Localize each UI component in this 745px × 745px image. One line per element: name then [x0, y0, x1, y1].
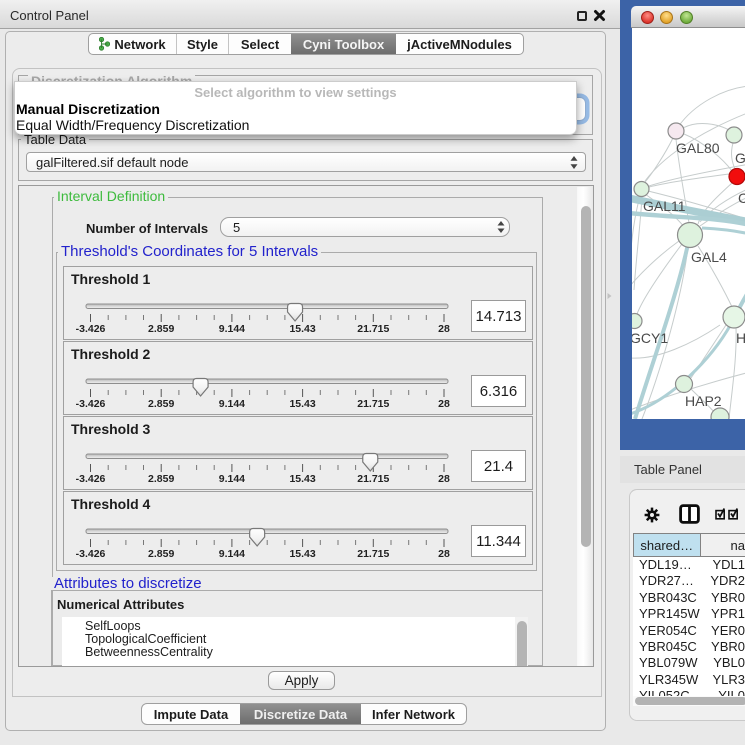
svg-text:2.859: 2.859	[148, 323, 174, 335]
svg-text:15.43: 15.43	[289, 398, 315, 410]
svg-text:9.144: 9.144	[219, 323, 245, 335]
svg-text:HAP2: HAP2	[685, 393, 722, 409]
svg-text:21.715: 21.715	[357, 473, 389, 485]
svg-text:C: C	[738, 190, 745, 206]
svg-text:2.859: 2.859	[148, 548, 174, 560]
svg-text:-3.426: -3.426	[76, 548, 106, 560]
svg-text:2.859: 2.859	[148, 473, 174, 485]
svg-text:28: 28	[438, 473, 450, 485]
svg-text:GCY1: GCY1	[632, 330, 668, 346]
svg-text:15.43: 15.43	[289, 323, 315, 335]
svg-text:-3.426: -3.426	[76, 323, 106, 335]
svg-text:GA: GA	[735, 150, 745, 166]
svg-text:9.144: 9.144	[219, 548, 245, 560]
svg-text:21.715: 21.715	[357, 548, 389, 560]
svg-text:-3.426: -3.426	[76, 473, 106, 485]
svg-text:-3.426: -3.426	[76, 398, 106, 410]
svg-text:H: H	[736, 330, 745, 346]
svg-text:15.43: 15.43	[289, 473, 315, 485]
svg-text:GAL11: GAL11	[643, 198, 686, 214]
svg-text:9.144: 9.144	[219, 473, 245, 485]
svg-text:21.715: 21.715	[357, 323, 389, 335]
svg-text:28: 28	[438, 398, 450, 410]
svg-text:9.144: 9.144	[219, 398, 245, 410]
svg-text:21.715: 21.715	[357, 398, 389, 410]
svg-text:28: 28	[438, 548, 450, 560]
svg-text:28: 28	[438, 323, 450, 335]
svg-text:2.859: 2.859	[148, 398, 174, 410]
svg-text:GAL80: GAL80	[676, 140, 720, 156]
svg-text:15.43: 15.43	[289, 548, 315, 560]
svg-text:GAL4: GAL4	[691, 249, 727, 265]
